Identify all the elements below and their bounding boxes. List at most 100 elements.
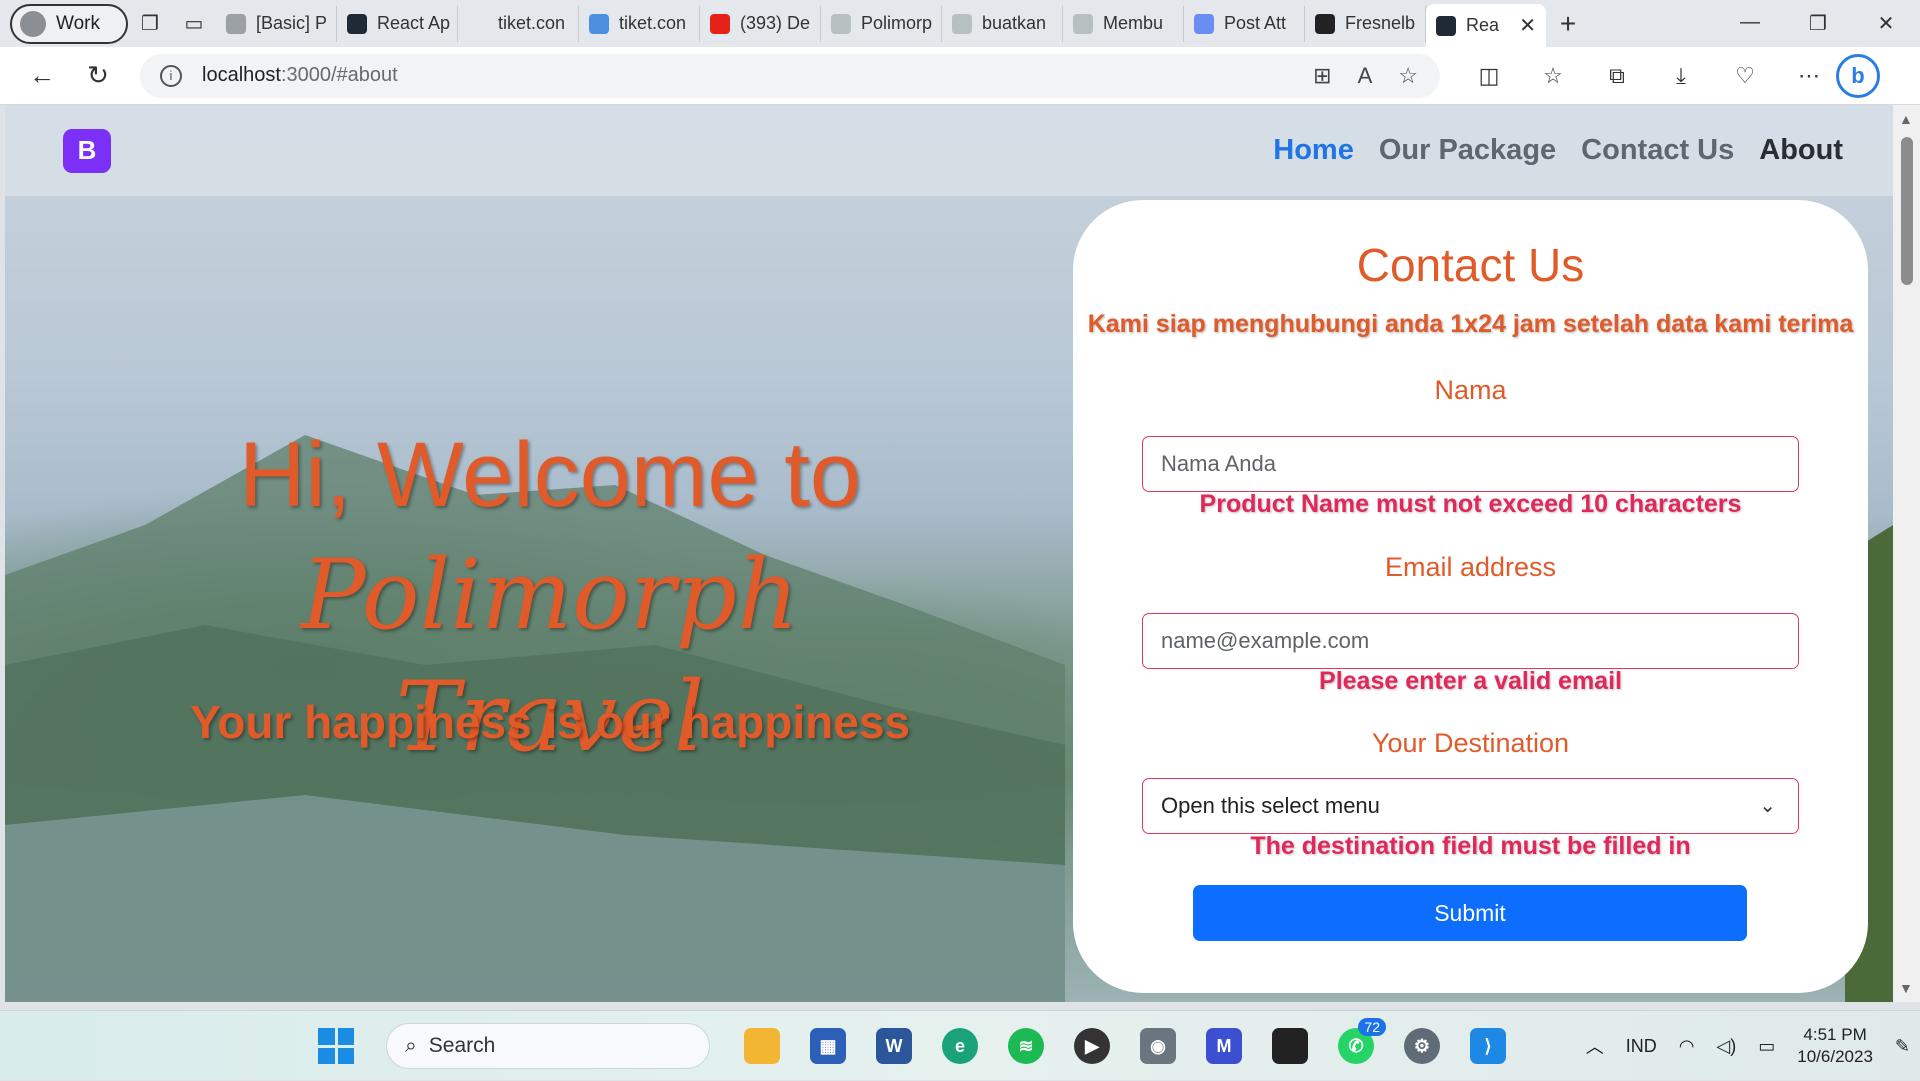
hero-title-plain: Hi, Welcome to (238, 424, 862, 526)
tab-actions-icon[interactable]: ▭ (172, 6, 216, 42)
battery-icon[interactable]: ▭ (1758, 1036, 1775, 1057)
minimize-icon[interactable]: — (1716, 11, 1784, 36)
search-icon: ⌕ (405, 1034, 417, 1057)
back-icon[interactable]: ← (14, 60, 70, 91)
apps-icon[interactable]: ⊞ (1313, 63, 1331, 89)
bing-copilot-icon[interactable]: b (1836, 53, 1880, 98)
tab-label: Membu (1103, 13, 1164, 33)
more-menu-icon[interactable]: ⋯ (1786, 63, 1832, 89)
tab-1[interactable]: React Ap (337, 5, 458, 42)
nav-about[interactable]: About (1759, 134, 1843, 167)
tab-2[interactable]: tiket.con (458, 5, 579, 42)
new-tab-button[interactable]: + (1546, 8, 1590, 40)
profile-label: Work (56, 12, 100, 34)
refresh-icon[interactable]: ↻ (70, 60, 126, 91)
clock-date: 10/6/2023 (1797, 1047, 1873, 1066)
tab-5[interactable]: Polimorp (821, 5, 942, 42)
brand-logo[interactable]: B (63, 128, 111, 173)
wifi-icon[interactable]: ◠ (1679, 1036, 1695, 1057)
tab-6[interactable]: buatkan (942, 5, 1063, 42)
microsoft-store-icon[interactable]: ▦ (804, 1022, 852, 1070)
nav-home[interactable]: Home (1273, 134, 1354, 167)
scroll-up-icon[interactable]: ▲ (1899, 111, 1913, 127)
tab-label: Fresnelb (1345, 13, 1416, 33)
tab-favicon-icon (952, 13, 972, 34)
media-player-icon[interactable]: ▶ (1068, 1022, 1116, 1070)
start-button[interactable] (318, 1028, 354, 1064)
chevron-up-icon[interactable]: ︿ (1586, 1033, 1604, 1059)
email-input[interactable]: name@example.com (1142, 613, 1799, 669)
destination-select[interactable]: Open this select menu ⌄ (1142, 778, 1799, 834)
close-tab-icon[interactable]: ✕ (1519, 13, 1536, 38)
tab-4[interactable]: (393) De (700, 5, 821, 42)
tab-label: Post Att (1224, 13, 1287, 33)
taskbar-search[interactable]: ⌕ Search (386, 1023, 710, 1069)
whatsapp-icon[interactable]: ✆ 72 (1332, 1018, 1386, 1070)
tab-9[interactable]: Fresnelb (1305, 5, 1426, 42)
clock[interactable]: 4:51 PM 10/6/2023 (1797, 1024, 1873, 1068)
split-screen-icon[interactable]: ◫ (1466, 63, 1512, 89)
file-explorer-icon[interactable] (738, 1022, 786, 1070)
tab-8[interactable]: Post Att (1184, 5, 1305, 42)
close-window-icon[interactable]: ✕ (1852, 11, 1920, 36)
read-aloud-icon[interactable]: A (1358, 63, 1373, 89)
whatsapp-badge: 72 (1358, 1018, 1386, 1036)
word-icon[interactable]: W (870, 1022, 918, 1070)
tab-label: tiket.con (619, 13, 687, 33)
scrollbar-thumb[interactable] (1901, 137, 1913, 285)
tab-label: buatkan (982, 13, 1047, 33)
notification-icon[interactable]: ✎ (1895, 1036, 1910, 1057)
windows-taskbar: ⌕ Search ▦ W e ≋ ▶ ◉ M ✆ 72 ⚙ ⟩ ︿ IND ◠ ◁… (0, 1010, 1920, 1080)
page-viewport: B Home Our Package Contact Us About Hi, … (5, 105, 1893, 1002)
submit-button[interactable]: Submit (1193, 885, 1747, 941)
contact-form-card: Contact Us Kami siap menghubungi anda 1x… (1073, 200, 1868, 993)
edge-icon[interactable]: e (936, 1022, 984, 1070)
spotify-icon[interactable]: ≋ (1002, 1022, 1050, 1070)
tab-label: Polimorp (861, 13, 933, 33)
tab-favicon-icon (1073, 13, 1093, 34)
volume-icon[interactable]: ◁) (1716, 1036, 1736, 1057)
vscode-icon[interactable]: ⟩ (1464, 1022, 1512, 1070)
avatar (20, 10, 46, 37)
site-info-icon[interactable]: i (160, 64, 182, 87)
browser-tab-bar: Work ❐ ▭ [Basic] P React Ap tiket.con tiket… (0, 0, 1920, 47)
language-indicator[interactable]: IND (1626, 1036, 1657, 1057)
browser-toolbar: ← ↻ i localhost:3000/#about ⊞ A ☆ ◫ ☆ ⧉ … (0, 47, 1920, 105)
clock-time: 4:51 PM (1803, 1025, 1867, 1044)
vpn-app-icon[interactable]: M (1200, 1022, 1248, 1070)
tab-label: React Ap (377, 13, 451, 33)
tab-active[interactable]: Rea ✕ (1426, 4, 1546, 47)
tab-label: Rea (1466, 15, 1500, 35)
destination-label: Your Destination (1371, 728, 1570, 758)
hero-title-script: Polimorph (301, 539, 799, 651)
sticky-notes-icon[interactable] (1266, 1022, 1314, 1070)
name-error: Product Name must not exceed 10 characte… (1199, 490, 1742, 518)
tab-7[interactable]: Membu (1063, 5, 1184, 42)
page-scrollbar[interactable]: ▲ ▼ (1893, 105, 1920, 1002)
profile-button[interactable]: Work (10, 3, 128, 44)
tab-favicon-icon (1315, 13, 1335, 34)
nav-our-package[interactable]: Our Package (1379, 134, 1556, 167)
camera-icon[interactable]: ◉ (1134, 1022, 1182, 1070)
address-bar[interactable]: i localhost:3000/#about ⊞ A ☆ (140, 53, 1440, 98)
name-label: Nama (1434, 375, 1507, 405)
nav-contact-us[interactable]: Contact Us (1581, 134, 1734, 167)
system-tray: ︿ IND ◠ ◁) ▭ 4:51 PM 10/6/2023 ✎ (1586, 1011, 1910, 1081)
workspaces-icon[interactable]: ❐ (128, 6, 172, 42)
performance-icon[interactable]: ♡ (1722, 63, 1768, 89)
tab-3[interactable]: tiket.con (579, 5, 700, 42)
destination-error: The destination field must be filled in (1250, 832, 1691, 860)
collections-icon[interactable]: ⧉ (1594, 63, 1640, 89)
downloads-icon[interactable]: ⤓ (1658, 63, 1704, 89)
favorite-star-icon[interactable]: ☆ (1398, 63, 1418, 89)
tab-0[interactable]: [Basic] P (216, 5, 337, 42)
restore-icon[interactable]: ❐ (1784, 11, 1852, 36)
tab-favicon-icon (589, 13, 609, 34)
name-input[interactable]: Nama Anda (1142, 436, 1799, 492)
email-error: Please enter a valid email (1319, 667, 1622, 695)
settings-icon[interactable]: ⚙ (1398, 1022, 1446, 1070)
scroll-down-icon[interactable]: ▼ (1899, 980, 1913, 996)
tab-label: tiket.con (498, 13, 566, 33)
taskbar-search-label: Search (428, 1034, 496, 1057)
favorites-icon[interactable]: ☆ (1530, 63, 1576, 89)
